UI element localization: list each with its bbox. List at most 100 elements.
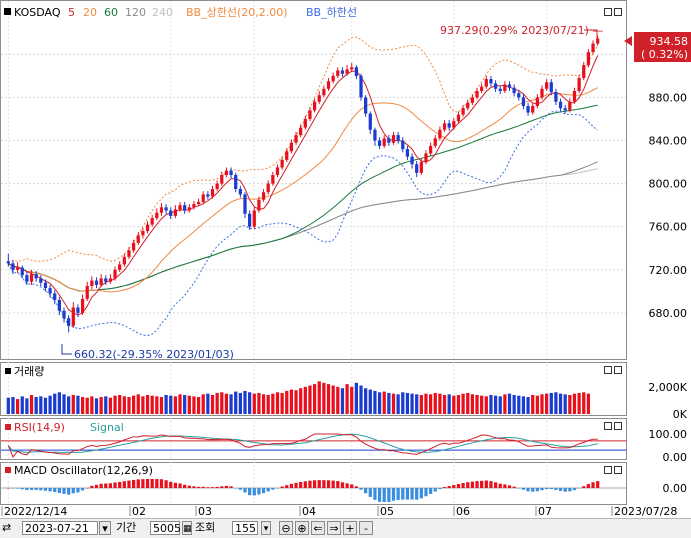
volume-bar: [90, 396, 94, 414]
candle-body: [373, 129, 377, 141]
macd-bar: [57, 488, 61, 493]
volume-bar: [447, 394, 451, 414]
candle-body: [535, 97, 539, 107]
macd-bar: [275, 488, 280, 489]
candle-body: [11, 263, 15, 270]
candle-body: [531, 106, 535, 113]
candle-body: [169, 210, 173, 216]
volume-bar: [493, 395, 498, 414]
macd-bar: [526, 488, 530, 492]
volume-bar: [415, 394, 419, 414]
volume-bar: [155, 396, 159, 414]
candle-body: [62, 310, 66, 319]
volume-bar: [549, 392, 553, 414]
macd-bar: [368, 488, 372, 497]
volume-tick-label: 2,000K: [648, 381, 687, 394]
candle-body: [243, 194, 247, 214]
volume-bar: [11, 397, 15, 414]
candle-body: [582, 65, 586, 79]
candle-body: [512, 87, 516, 94]
volume-bar: [85, 397, 89, 414]
volume-bar: [206, 393, 210, 414]
candle-body: [173, 209, 178, 216]
candle-body: [25, 275, 29, 282]
add-button[interactable]: +: [343, 521, 357, 535]
candle-body: [387, 138, 391, 143]
volume-bar: [99, 397, 103, 414]
candle-body: [257, 199, 261, 211]
legend-ma120: 120: [125, 6, 146, 19]
high-annotation: 937.29(0.29% 2023/07/21) —: [440, 24, 603, 37]
macd-bar: [401, 488, 405, 500]
volume-bar: [489, 395, 493, 414]
candle-body: [331, 75, 335, 82]
chart-area[interactable]: 680.00720.00760.00800.00840.00880.00920.…: [0, 0, 691, 518]
macd-bar: [76, 488, 80, 493]
macd-bar: [475, 481, 479, 488]
candle-body: [252, 210, 256, 227]
date-input[interactable]: 2023-07-21: [22, 521, 98, 535]
candle-body: [224, 170, 229, 175]
zoom-out-button[interactable]: ⊖: [279, 521, 293, 535]
volume-bar: [67, 396, 71, 414]
zoom-in-button[interactable]: ⊕: [295, 521, 309, 535]
macd-bar: [493, 482, 498, 488]
candle-body: [340, 70, 345, 74]
candle-body: [39, 278, 43, 283]
date-dropdown-icon[interactable]: ▾: [99, 521, 111, 535]
x-tick-label: 02: [132, 505, 146, 518]
volume-bar: [271, 393, 275, 414]
volume-bar: [108, 397, 113, 414]
candle-body: [155, 212, 159, 219]
macd-bar: [280, 486, 284, 488]
macd-bar: [155, 479, 159, 488]
bottom-toolbar: ⇄ 2023-07-21 ▾ 기간 5005 ▦ 조회 155 ▾ ⊖ ⊕ ⇐ …: [0, 518, 691, 538]
candle-body: [15, 267, 20, 270]
macd-bar: [29, 488, 34, 490]
nav-arrows-icon[interactable]: ⇄: [2, 521, 24, 535]
volume-bar: [391, 393, 396, 414]
macd-bar: [364, 488, 368, 494]
candle-body: [391, 135, 396, 143]
volume-bar: [39, 396, 43, 414]
macd-bar: [452, 484, 456, 488]
volume-bar: [322, 382, 326, 414]
macd-bar: [428, 488, 433, 494]
volume-bar: [526, 397, 530, 414]
macd-bar: [521, 488, 526, 490]
candle-body: [345, 69, 349, 74]
legend-ma20: 20: [83, 6, 97, 19]
candle-body: [572, 90, 577, 102]
legend-ma60: 60: [104, 6, 118, 19]
period-input[interactable]: 5005: [150, 521, 181, 535]
count-input[interactable]: 155: [232, 521, 258, 535]
remove-button[interactable]: -: [359, 521, 373, 535]
candle-body: [577, 78, 581, 91]
lookup-label[interactable]: 조회: [195, 521, 225, 535]
macd-bar: [257, 488, 261, 495]
volume-bar: [577, 392, 581, 414]
volume-bar: [503, 394, 507, 414]
macd-bar: [192, 486, 196, 488]
volume-bar: [173, 396, 178, 414]
volume-bar: [201, 394, 205, 414]
rsi-tick-label: 0.00: [663, 451, 688, 464]
scroll-left-button[interactable]: ⇐: [311, 521, 325, 535]
scroll-right-button[interactable]: ⇒: [327, 521, 341, 535]
candle-body: [419, 162, 423, 173]
candle-body: [141, 231, 145, 236]
volume-bar: [210, 395, 215, 414]
volume-bar: [122, 396, 126, 414]
candle-body: [57, 299, 61, 311]
volume-bar: [164, 395, 168, 414]
candle-body: [80, 298, 85, 313]
count-dropdown-icon[interactable]: ▾: [261, 521, 271, 535]
volume-bar: [48, 395, 52, 414]
candle-body: [164, 207, 168, 211]
macd-bar: [340, 482, 345, 488]
calendar-icon[interactable]: ▦: [182, 521, 192, 535]
candle-body: [493, 83, 498, 89]
macd-bar: [145, 479, 150, 488]
legend-bb-upper: BB_상한선(20,2.00): [186, 6, 288, 19]
volume-bar: [586, 393, 591, 414]
